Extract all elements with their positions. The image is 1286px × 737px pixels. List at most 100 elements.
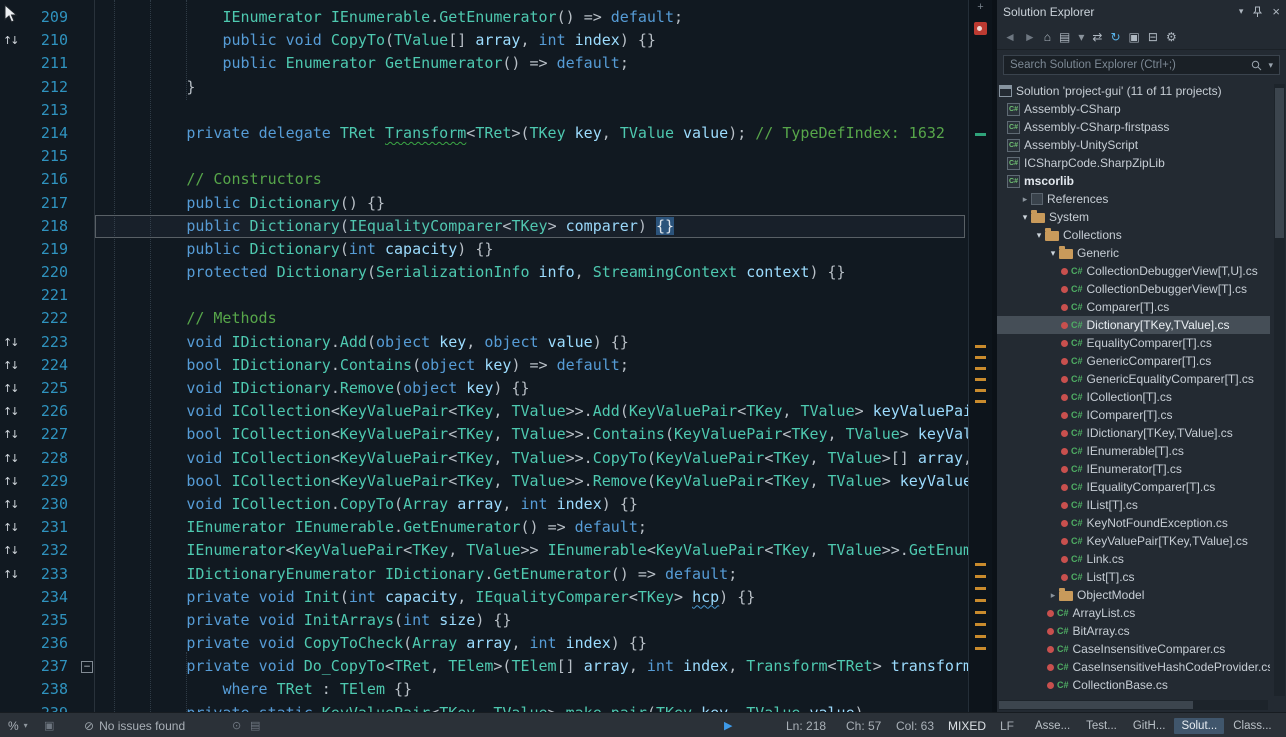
code-line-226[interactable]: ↑↓226 void ICollection<KeyValuePair<TKey… xyxy=(0,400,968,423)
code-line-215[interactable]: 215 xyxy=(0,145,968,168)
implements-gutter-icon[interactable]: ↑↓ xyxy=(0,354,22,377)
code-line-238[interactable]: 238 where TRet : TElem {} xyxy=(0,678,968,701)
fold-collapse-icon[interactable]: − xyxy=(81,661,93,673)
code-line-209[interactable]: 209 IEnumerator IEnumerable.GetEnumerato… xyxy=(0,6,968,29)
window-position-icon[interactable]: ▾ xyxy=(1239,6,1244,17)
implements-gutter-icon[interactable]: ↑↓ xyxy=(0,29,22,52)
tree-item-file[interactable]: IEnumerable[T].cs xyxy=(997,442,1270,460)
code-line-211[interactable]: 211 public Enumerator GetEnumerator() =>… xyxy=(0,52,968,75)
code-line-210[interactable]: ↑↓210 public void CopyTo(TValue[] array,… xyxy=(0,29,968,52)
tree-item-folder[interactable]: ▾Generic xyxy=(997,244,1270,262)
overview-ruler[interactable]: + xyxy=(968,0,992,712)
tool-tab[interactable]: Asse... xyxy=(1028,718,1077,734)
tree-item-file[interactable]: CollectionBase.cs xyxy=(997,676,1270,694)
expand-arrow-icon[interactable]: ▸ xyxy=(1019,190,1031,208)
code-line-234[interactable]: 234 private void Init(int capacity, IEqu… xyxy=(0,586,968,609)
panel-title-bar[interactable]: Solution Explorer ▾ × xyxy=(997,0,1286,24)
zoom-control[interactable]: % ▾ xyxy=(8,713,28,737)
code-line-222[interactable]: 222 // Methods xyxy=(0,307,968,330)
switch-views-icon[interactable]: ▤ xyxy=(1059,30,1070,44)
code-editor[interactable]: 209 IEnumerator IEnumerable.GetEnumerato… xyxy=(0,0,968,712)
code-line-218[interactable]: 218 public Dictionary(IEqualityComparer<… xyxy=(0,215,968,238)
implements-gutter-icon[interactable]: ↑↓ xyxy=(0,563,22,586)
tool-tab[interactable]: Solut... xyxy=(1174,718,1224,734)
implements-gutter-icon[interactable]: ↑↓ xyxy=(0,493,22,516)
tree-item-file[interactable]: IList[T].cs xyxy=(997,496,1270,514)
scrollbar-thumb[interactable] xyxy=(1275,88,1284,238)
tree-item-file[interactable]: ICollection[T].cs xyxy=(997,388,1270,406)
code-line-231[interactable]: ↑↓231 IEnumerator IEnumerable.GetEnumera… xyxy=(0,516,968,539)
nest-files-icon[interactable]: ▣ xyxy=(1129,30,1140,44)
line-indicator[interactable]: Ln: 218 xyxy=(786,713,826,737)
tree-horizontal-scrollbar[interactable] xyxy=(999,700,1268,710)
code-line-239[interactable]: 239 private static KeyValuePair<TKey, TV… xyxy=(0,702,968,712)
tree-item-file[interactable]: ArrayList.cs xyxy=(997,604,1270,622)
home-icon[interactable]: ⌂ xyxy=(1044,30,1051,44)
expand-arrow-icon[interactable]: ▸ xyxy=(1047,586,1059,604)
tree-item-file[interactable]: BitArray.cs xyxy=(997,622,1270,640)
status-extra-icon-2[interactable]: ▤ xyxy=(250,713,260,737)
tool-tab[interactable]: Class... xyxy=(1226,718,1278,734)
tree-item-file[interactable]: IEnumerator[T].cs xyxy=(997,460,1270,478)
implements-gutter-icon[interactable]: ↑↓ xyxy=(0,377,22,400)
tree-item-file[interactable]: CaseInsensitiveComparer.cs xyxy=(997,640,1270,658)
code-line-225[interactable]: ↑↓225 void IDictionary.Remove(object key… xyxy=(0,377,968,400)
search-icon[interactable] xyxy=(1251,60,1262,71)
scrollbar-thumb[interactable] xyxy=(999,701,1193,709)
code-line-212[interactable]: 212 } xyxy=(0,76,968,99)
collapse-arrow-icon[interactable]: ▾ xyxy=(1047,244,1059,262)
implements-gutter-icon[interactable]: ↑↓ xyxy=(0,400,22,423)
tool-tab[interactable]: GitH... xyxy=(1126,718,1173,734)
implements-gutter-icon[interactable]: ↑↓ xyxy=(0,423,22,446)
tree-item-solution[interactable]: Solution 'project-gui' (11 of 11 project… xyxy=(997,82,1270,100)
search-input[interactable] xyxy=(1003,55,1280,75)
tree-item-file[interactable]: GenericEqualityComparer[T].cs xyxy=(997,370,1270,388)
code-line-216[interactable]: 216 // Constructors xyxy=(0,168,968,191)
tree-item-file[interactable]: EqualityComparer[T].cs xyxy=(997,334,1270,352)
tree-item-file[interactable]: Comparer[T].cs xyxy=(997,298,1270,316)
code-line-219[interactable]: 219 public Dictionary(int capacity) {} xyxy=(0,238,968,261)
code-line-213[interactable]: 213 xyxy=(0,99,968,122)
tree-item-file[interactable]: GenericComparer[T].cs xyxy=(997,352,1270,370)
tool-tab[interactable]: Test... xyxy=(1079,718,1124,734)
tree-item-file[interactable]: List[T].cs xyxy=(997,568,1270,586)
encoding-indicator[interactable]: MIXED xyxy=(948,713,986,737)
tree-item-project[interactable]: Assembly-CSharp-firstpass xyxy=(997,118,1270,136)
properties-icon[interactable]: ⚙ xyxy=(1166,30,1177,44)
tree-item-folder[interactable]: ▸ObjectModel xyxy=(997,586,1270,604)
tree-item-file[interactable]: CaseInsensitiveHashCodeProvider.cs xyxy=(997,658,1270,676)
line-ending-indicator[interactable]: LF xyxy=(1000,713,1014,737)
code-line-228[interactable]: ↑↓228 void ICollection<KeyValuePair<TKey… xyxy=(0,447,968,470)
code-line-236[interactable]: 236 private void CopyToCheck(Array array… xyxy=(0,632,968,655)
column-indicator[interactable]: Col: 63 xyxy=(896,713,934,737)
issues-indicator[interactable]: ⊘ No issues found xyxy=(84,713,185,737)
tool-tab[interactable]: Tea... xyxy=(1281,718,1286,734)
code-line-217[interactable]: 217 public Dictionary() {} xyxy=(0,192,968,215)
tree-item-references[interactable]: ▸References xyxy=(997,190,1270,208)
tree-item-file[interactable]: IComparer[T].cs xyxy=(997,406,1270,424)
implements-gutter-icon[interactable]: ↑↓ xyxy=(0,447,22,470)
implements-gutter-icon[interactable]: ↑↓ xyxy=(0,331,22,354)
tree-item-project[interactable]: Assembly-UnityScript xyxy=(997,136,1270,154)
tree-item-project[interactable]: mscorlib xyxy=(997,172,1270,190)
code-line-232[interactable]: ↑↓232 IEnumerator<KeyValuePair<TKey, TVa… xyxy=(0,539,968,562)
search-options-caret-icon[interactable]: ▾ xyxy=(1268,60,1273,71)
collapse-arrow-icon[interactable]: ▾ xyxy=(1033,226,1045,244)
code-line-221[interactable]: 221 xyxy=(0,284,968,307)
scroll-right-icon[interactable]: ▶ xyxy=(724,713,732,737)
code-line-227[interactable]: ↑↓227 bool ICollection<KeyValuePair<TKey… xyxy=(0,423,968,446)
tree-item-project[interactable]: ICSharpCode.SharpZipLib xyxy=(997,154,1270,172)
tree-item-file[interactable]: IEqualityComparer[T].cs xyxy=(997,478,1270,496)
code-line-223[interactable]: ↑↓223 void IDictionary.Add(object key, o… xyxy=(0,331,968,354)
code-line-237[interactable]: 237− private void Do_CopyTo<TRet, TElem>… xyxy=(0,655,968,678)
char-indicator[interactable]: Ch: 57 xyxy=(846,713,881,737)
dropdown-caret-icon[interactable]: ▾ xyxy=(1078,30,1084,44)
code-line-220[interactable]: 220 protected Dictionary(SerializationIn… xyxy=(0,261,968,284)
tree-item-folder[interactable]: ▾Collections xyxy=(997,226,1270,244)
refresh-icon[interactable]: ↻ xyxy=(1110,30,1120,44)
tree-vertical-scrollbar[interactable] xyxy=(1274,84,1285,696)
code-line-233[interactable]: ↑↓233 IDictionaryEnumerator IDictionary.… xyxy=(0,563,968,586)
pin-icon[interactable] xyxy=(1252,6,1263,18)
collapse-arrow-icon[interactable]: ▾ xyxy=(1019,208,1031,226)
implements-gutter-icon[interactable]: ↑↓ xyxy=(0,539,22,562)
